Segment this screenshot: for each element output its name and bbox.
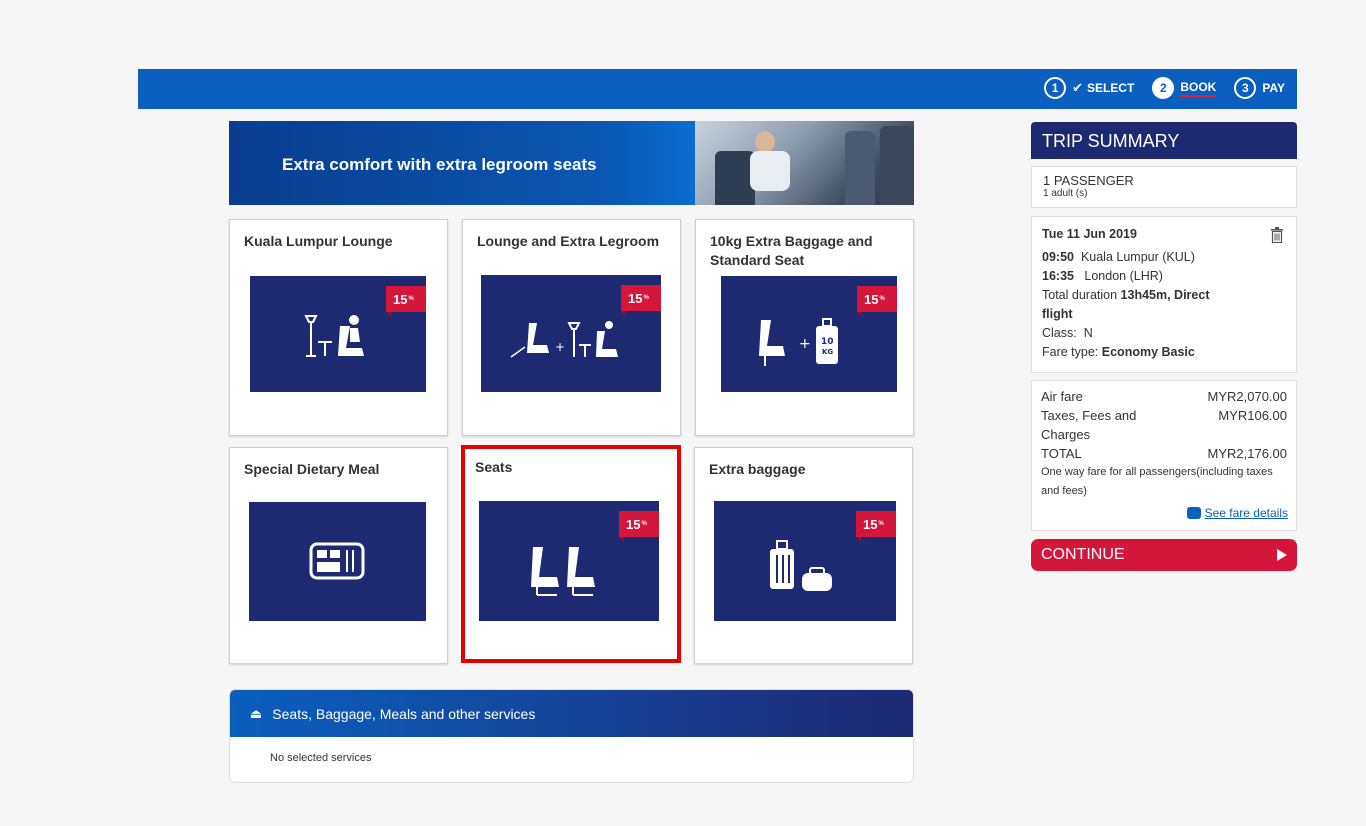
card-title: Special Dietary Meal xyxy=(244,461,380,477)
bag-weight: 10 xyxy=(821,337,834,347)
passenger-box: 1 PASSENGER 1 adult (s) xyxy=(1031,166,1297,208)
fare-note: One way fare for all passengers(includin… xyxy=(1041,466,1273,497)
departure-place: Kuala Lumpur (KUL) xyxy=(1080,250,1195,264)
see-fare-details-link[interactable]: See fare details xyxy=(1186,506,1288,520)
card-title: Lounge and Extra Legroom xyxy=(477,233,660,249)
seat-baggage-icon: + 10 KG 15% xyxy=(721,276,897,392)
step-pay[interactable]: 3 PAY xyxy=(1234,77,1285,99)
total-value: MYR2,176.00 xyxy=(1207,446,1288,461)
seats-icon: 15% xyxy=(479,501,659,621)
step-label: BOOK xyxy=(1180,80,1217,97)
card-extra-baggage[interactable]: Extra baggage 15% xyxy=(694,447,913,664)
step-select[interactable]: 1 ✔ SELECT xyxy=(1044,77,1134,99)
card-baggage-and-seat[interactable]: 10kg Extra Baggage and Standard Seat + 1… xyxy=(695,219,914,436)
duration-label: Total duration xyxy=(1042,288,1118,302)
continue-button[interactable]: CONTINUE xyxy=(1031,539,1297,571)
discount-badge: 15% xyxy=(386,286,426,317)
card-title: Kuala Lumpur Lounge xyxy=(244,233,393,249)
fare-link-text: See fare details xyxy=(1204,506,1288,520)
class-value: N xyxy=(1083,326,1093,340)
bag-unit: KG xyxy=(822,348,833,356)
meal-tray-icon xyxy=(249,502,426,621)
air-fare-label: Air fare xyxy=(1041,389,1083,404)
trip-summary-title: TRIP SUMMARY xyxy=(1031,122,1297,159)
fare-box: Air fare MYR2,070.00 Taxes, Fees and Char… xyxy=(1031,380,1297,531)
discount-badge: 15% xyxy=(856,511,896,542)
selected-services-panel: ⏏ Seats, Baggage, Meals and other servic… xyxy=(229,689,914,783)
services-empty-text: No selected services xyxy=(270,752,372,764)
step-number: 2 xyxy=(1152,77,1175,99)
booking-steps: 1 ✔ SELECT 2 BOOK 3 PAY xyxy=(1044,77,1285,99)
total-label: TOTAL xyxy=(1041,446,1082,461)
luggage-icon: 15% xyxy=(714,501,896,621)
class-label: Class: xyxy=(1042,326,1077,340)
adult-count: 1 adult (s) xyxy=(1043,188,1088,199)
flight-date: Tue 11 Jun 2019 xyxy=(1042,227,1137,241)
svg-text:+: + xyxy=(555,340,565,354)
discount-badge: 15% xyxy=(621,285,661,316)
card-seats[interactable]: Seats 15% xyxy=(461,445,681,663)
card-title: Seats xyxy=(475,459,513,475)
lounge-legroom-icon: + 15% xyxy=(481,275,661,392)
departure-time: 09:50 xyxy=(1042,250,1074,264)
step-book[interactable]: 2 BOOK xyxy=(1152,77,1217,99)
svg-text:+: + xyxy=(799,336,811,352)
air-fare-value: MYR2,070.00 xyxy=(1207,389,1288,404)
card-lounge-extra-legroom[interactable]: Lounge and Extra Legroom + 15% xyxy=(462,219,681,436)
arrival-time: 16:35 xyxy=(1042,269,1074,283)
fare-type-label: Fare type: xyxy=(1042,345,1099,359)
discount-badge: 15% xyxy=(857,286,897,317)
card-special-dietary-meal[interactable]: Special Dietary Meal xyxy=(229,447,448,664)
services-title: Seats, Baggage, Meals and other services xyxy=(272,705,536,722)
passenger-count: 1 PASSENGER xyxy=(1043,173,1134,188)
lounge-icon: 15% xyxy=(250,276,426,392)
arrival-place: London (LHR) xyxy=(1084,269,1163,283)
fare-type-value: Economy Basic xyxy=(1101,345,1195,359)
card-kuala-lumpur-lounge[interactable]: Kuala Lumpur Lounge 15% xyxy=(229,219,448,436)
taxes-value: MYR106.00 xyxy=(1218,408,1287,423)
step-number: 1 xyxy=(1044,77,1067,99)
cabin-photo xyxy=(695,121,914,205)
discount-badge: 15% xyxy=(619,511,659,542)
promo-banner[interactable]: Extra comfort with extra legroom seats xyxy=(229,121,914,205)
play-arrow-icon xyxy=(1277,549,1287,561)
services-header[interactable]: ⏏ Seats, Baggage, Meals and other servic… xyxy=(230,690,913,737)
banner-text: Extra comfort with extra legroom seats xyxy=(282,155,597,174)
step-label: SELECT xyxy=(1086,81,1135,95)
card-title: 10kg Extra Baggage and Standard Seat xyxy=(710,233,873,268)
coins-icon xyxy=(1186,507,1201,519)
flight-details: Tue 11 Jun 2019 09:50 Kuala Lumpur (KUL)… xyxy=(1031,216,1297,373)
check-icon: ✔ xyxy=(1072,80,1083,95)
service-bell-icon: ⏏ xyxy=(250,705,263,721)
continue-label: CONTINUE xyxy=(1041,546,1125,563)
taxes-label: Taxes, Fees and Charges xyxy=(1041,408,1137,442)
step-number: 3 xyxy=(1234,77,1257,99)
card-title: Extra baggage xyxy=(709,461,806,477)
progress-header: 1 ✔ SELECT 2 BOOK 3 PAY xyxy=(138,69,1297,109)
trash-icon[interactable] xyxy=(1270,227,1284,243)
step-label: PAY xyxy=(1262,81,1285,95)
